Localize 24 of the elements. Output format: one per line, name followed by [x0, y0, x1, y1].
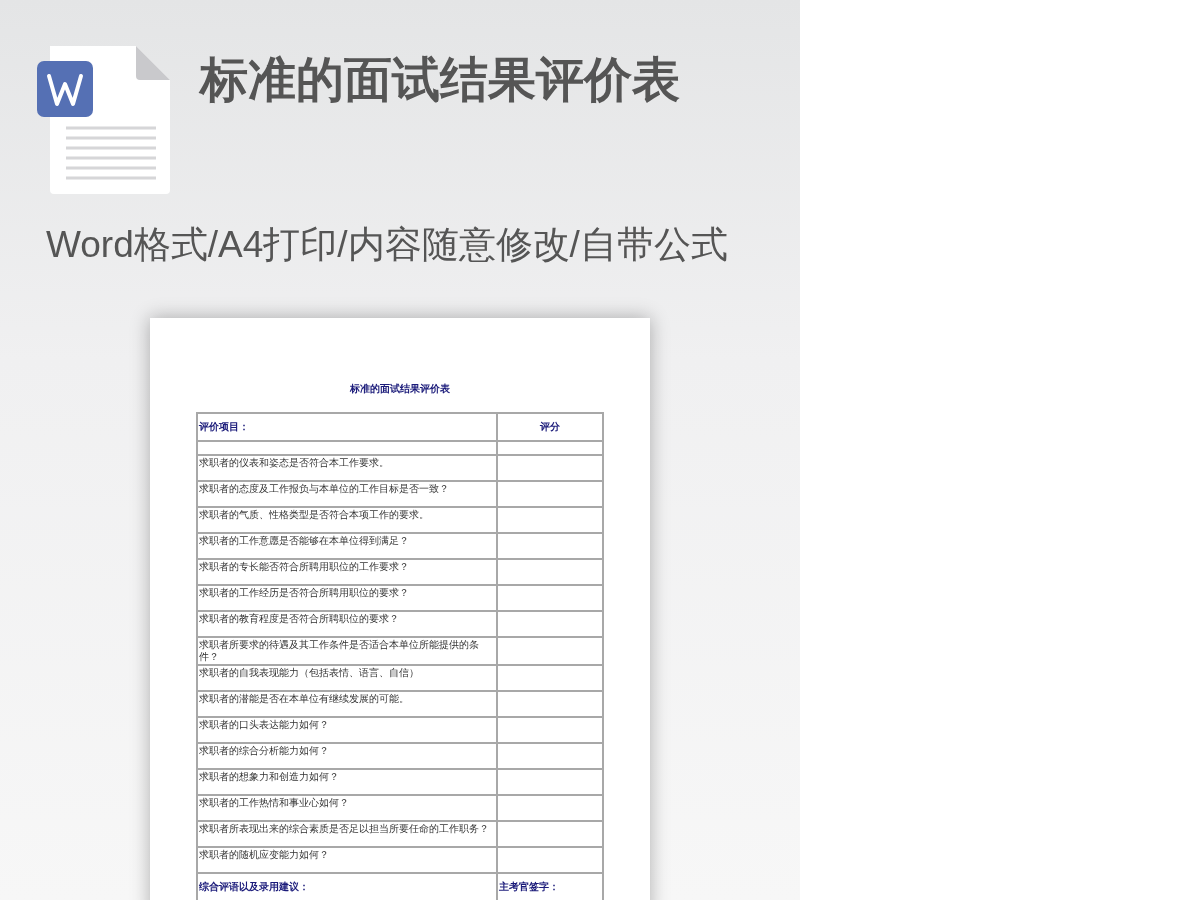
table-cell: 求职者的教育程度是否符合所聘职位的要求？ — [197, 611, 497, 637]
table-cell: 评分 — [497, 413, 603, 441]
subtitle: Word格式/A4打印/内容随意修改/自带公式 — [46, 223, 729, 267]
table-cell: 综合评语以及录用建议： — [197, 873, 497, 900]
table-cell: 求职者所表现出来的综合素质是否足以担当所要任命的工作职务？ — [197, 821, 497, 847]
table-cell: 求职者的工作经历是否符合所聘用职位的要求？ — [197, 585, 497, 611]
table-cell: 求职者的工作意愿是否能够在本单位得到满足？ — [197, 533, 497, 559]
table-cell: 求职者的想象力和创造力如何？ — [197, 769, 497, 795]
table-cell: 求职者的潜能是否在本单位有继续发展的可能。 — [197, 691, 497, 717]
table-cell: 主考官签字： — [497, 873, 603, 900]
table-cell: 求职者的态度及工作报负与本单位的工作目标是否一致？ — [197, 481, 497, 507]
document-title: 标准的面试结果评价表 — [350, 382, 450, 396]
table-cell: 求职者的综合分析能力如何？ — [197, 743, 497, 769]
table-cell: 求职者的随机应变能力如何？ — [197, 847, 497, 873]
document-icon — [36, 44, 172, 196]
table-cell: 求职者的口头表达能力如何？ — [197, 717, 497, 743]
table-cell: 评价项目： — [197, 413, 497, 441]
table-cell: 求职者的仪表和姿态是否符合本工作要求。 — [197, 455, 497, 481]
table-cell: 求职者的自我表现能力（包括表情、语言、自信） — [197, 665, 497, 691]
table-cell: 求职者所要求的待遇及其工作条件是否适合本单位所能提供的条件？ — [197, 637, 497, 665]
page-title: 标准的面试结果评价表 — [200, 52, 680, 106]
table-cell: 求职者的专长能否符合所聘用职位的工作要求？ — [197, 559, 497, 585]
table-cell: 求职者的气质、性格类型是否符合本项工作的要求。 — [197, 507, 497, 533]
table-cell: 求职者的工作热情和事业心如何？ — [197, 795, 497, 821]
